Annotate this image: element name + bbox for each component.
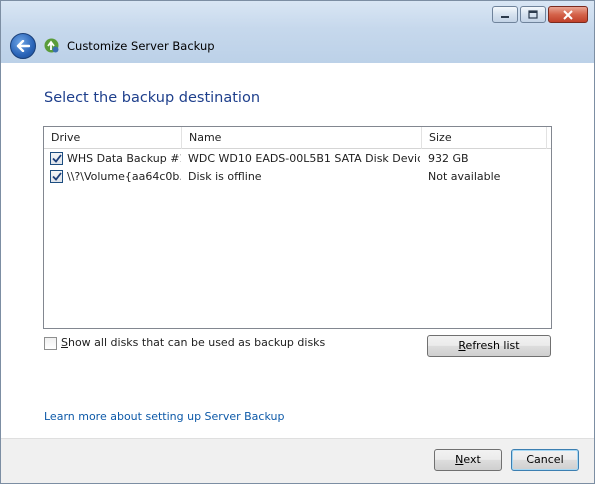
name-cell: WDC WD10 EADS-00L5B1 SATA Disk Device ..… <box>188 152 420 165</box>
show-all-disks-label-text: how all disks that can be used as backup… <box>67 336 326 349</box>
list-row[interactable]: WHS Data Backup #1 WDC WD10 EADS-00L5B1 … <box>44 150 551 168</box>
footer-bar: Next Cancel <box>1 438 594 483</box>
refresh-list-text: efresh list <box>465 339 520 352</box>
title-bar: Customize Server Backup <box>1 1 594 63</box>
window-title: Customize Server Backup <box>67 39 215 53</box>
checkmark-icon <box>51 154 62 163</box>
show-all-disks-label[interactable]: Show all disks that can be used as backu… <box>61 336 325 349</box>
refresh-list-accelerator: R <box>458 339 466 352</box>
maximize-icon <box>528 10 538 19</box>
list-header: Drive Name Size <box>44 127 551 149</box>
show-all-disks-label-accelerator: S <box>61 336 68 349</box>
checkmark-icon <box>51 172 62 181</box>
row-checkbox[interactable] <box>50 152 63 165</box>
size-cell: 932 GB <box>428 152 469 165</box>
back-button[interactable] <box>10 33 36 59</box>
list-row[interactable]: \\?\Volume{aa64c0b... Disk is offline No… <box>44 168 551 186</box>
cancel-button[interactable]: Cancel <box>511 449 579 471</box>
column-header-drive[interactable]: Drive <box>44 127 182 149</box>
server-backup-app-icon <box>44 38 59 53</box>
close-button[interactable] <box>548 6 588 23</box>
page-heading: Select the backup destination <box>44 90 261 106</box>
refresh-list-button[interactable]: Refresh list <box>427 335 551 357</box>
destination-list[interactable]: Drive Name Size WHS Data Backup #1 WDC W… <box>43 126 552 329</box>
name-cell: Disk is offline <box>188 170 262 183</box>
size-cell: Not available <box>428 170 501 183</box>
show-all-disks-checkbox[interactable] <box>44 337 57 350</box>
column-header-name[interactable]: Name <box>182 127 422 149</box>
close-icon <box>563 9 573 20</box>
next-text: ext <box>463 453 481 466</box>
dialog-window: Customize Server Backup Select the backu… <box>0 0 595 484</box>
back-arrow-icon <box>16 40 30 52</box>
minimize-button[interactable] <box>492 6 518 23</box>
drive-cell: WHS Data Backup #1 <box>67 152 181 165</box>
minimize-icon <box>501 15 509 18</box>
learn-more-link[interactable]: Learn more about setting up Server Backu… <box>44 410 284 423</box>
caption-buttons <box>492 6 588 23</box>
drive-cell: \\?\Volume{aa64c0b... <box>67 170 181 183</box>
maximize-button[interactable] <box>520 6 546 23</box>
row-checkbox[interactable] <box>50 170 63 183</box>
next-button[interactable]: Next <box>434 449 502 471</box>
column-header-size[interactable]: Size <box>422 127 547 149</box>
